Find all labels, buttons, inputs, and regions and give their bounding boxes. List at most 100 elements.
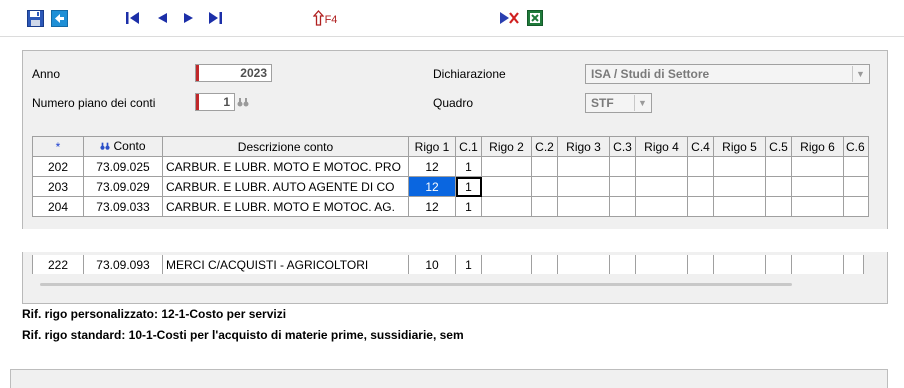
c5-cell[interactable] xyxy=(765,176,792,197)
rigo6-cell[interactable] xyxy=(791,255,844,274)
rigo4-cell[interactable] xyxy=(635,176,688,197)
rigo4-cell[interactable] xyxy=(635,255,688,274)
excel-export-icon[interactable] xyxy=(526,8,544,28)
anno-field[interactable]: 2023 xyxy=(195,64,272,82)
col-header-descrizione[interactable]: Descrizione conto xyxy=(162,136,409,157)
first-record-icon[interactable] xyxy=(124,8,142,28)
quadro-select[interactable]: STF ▼ xyxy=(585,93,652,113)
piano-field[interactable]: 1 xyxy=(195,93,235,111)
rigo5-cell[interactable] xyxy=(713,196,766,217)
c1-cell[interactable]: 1 xyxy=(455,255,482,274)
f4-lookup-button[interactable]: F4 xyxy=(310,8,340,28)
c1-cell[interactable]: 1 xyxy=(455,156,482,177)
descrizione-cell[interactable]: CARBUR. E LUBR. MOTO E MOTOC. AG. xyxy=(162,196,409,217)
c4-cell[interactable] xyxy=(687,156,714,177)
c1-cell[interactable]: 1 xyxy=(455,196,482,217)
col-header-rigo6[interactable]: Rigo 6 xyxy=(791,136,844,157)
horizontal-scrollbar[interactable] xyxy=(32,280,877,289)
rigo2-cell[interactable] xyxy=(481,255,532,274)
c3-cell[interactable] xyxy=(609,255,636,274)
c3-cell[interactable] xyxy=(609,156,636,177)
conto-cell[interactable]: 73.09.029 xyxy=(83,176,163,197)
status-bar xyxy=(10,369,888,388)
c3-cell[interactable] xyxy=(609,176,636,197)
col-header-rigo2[interactable]: Rigo 2 xyxy=(481,136,532,157)
c1-cell-focused[interactable]: 1 xyxy=(455,176,482,197)
c6-cell[interactable] xyxy=(843,196,869,217)
c2-cell[interactable] xyxy=(531,156,558,177)
col-header-c3[interactable]: C.3 xyxy=(609,136,636,157)
c6-cell[interactable] xyxy=(843,176,869,197)
binoculars-icon[interactable] xyxy=(237,96,249,111)
rigo2-cell[interactable] xyxy=(481,156,532,177)
previous-record-icon[interactable] xyxy=(154,8,170,28)
col-header-c1[interactable]: C.1 xyxy=(455,136,482,157)
next-record-icon[interactable] xyxy=(181,8,197,28)
last-record-icon[interactable] xyxy=(206,8,224,28)
rigo5-cell[interactable] xyxy=(713,156,766,177)
c2-cell[interactable] xyxy=(531,196,558,217)
col-header-rigo3[interactable]: Rigo 3 xyxy=(557,136,610,157)
c2-cell[interactable] xyxy=(531,176,558,197)
back-icon[interactable] xyxy=(50,8,68,28)
quadro-label: Quadro xyxy=(433,96,474,110)
rigo4-cell[interactable] xyxy=(635,196,688,217)
rigo6-cell[interactable] xyxy=(791,176,844,197)
c5-cell[interactable] xyxy=(765,156,792,177)
conto-cell[interactable]: 73.09.025 xyxy=(83,156,163,177)
rigo4-cell[interactable] xyxy=(635,156,688,177)
anno-label: Anno xyxy=(32,67,61,81)
c3-cell[interactable] xyxy=(609,196,636,217)
scrollbar-thumb[interactable] xyxy=(40,283,792,286)
rigo3-cell[interactable] xyxy=(557,196,610,217)
rigo5-cell[interactable] xyxy=(713,176,766,197)
rigo6-cell[interactable] xyxy=(791,156,844,177)
required-marker xyxy=(196,65,199,81)
delete-icon[interactable] xyxy=(498,8,520,28)
col-header-c5[interactable]: C.5 xyxy=(765,136,792,157)
rigo1-cell-selected[interactable]: 12 xyxy=(408,176,456,197)
rigo2-cell[interactable] xyxy=(481,196,532,217)
descrizione-cell[interactable]: CARBUR. E LUBR. AUTO AGENTE DI CO xyxy=(162,176,409,197)
table-row[interactable]: 204 73.09.033 CARBUR. E LUBR. MOTO E MOT… xyxy=(32,196,869,217)
table-row[interactable]: 222 73.09.093 MERCI C/ACQUISTI - AGRICOL… xyxy=(32,255,864,274)
save-icon[interactable] xyxy=(26,8,44,28)
rigo2-cell[interactable] xyxy=(481,176,532,197)
rigo3-cell[interactable] xyxy=(557,176,610,197)
c4-cell[interactable] xyxy=(687,196,714,217)
col-header-c6[interactable]: C.6 xyxy=(843,136,869,157)
rigo6-cell[interactable] xyxy=(791,196,844,217)
conto-cell[interactable]: 73.09.033 xyxy=(83,196,163,217)
c4-cell[interactable] xyxy=(687,255,714,274)
chevron-down-icon[interactable]: ▼ xyxy=(634,95,650,111)
rigo5-cell[interactable] xyxy=(713,255,766,274)
anno-value: 2023 xyxy=(240,66,267,80)
grid-header-row: * Conto Descrizione conto Rigo 1 C.1 Rig… xyxy=(32,136,869,157)
col-header-star[interactable]: * xyxy=(32,136,84,157)
col-header-rigo4[interactable]: Rigo 4 xyxy=(635,136,688,157)
rigo1-cell[interactable]: 12 xyxy=(408,156,456,177)
dichiarazione-select[interactable]: ISA / Studi di Settore ▼ xyxy=(585,64,870,84)
col-header-rigo1[interactable]: Rigo 1 xyxy=(408,136,456,157)
descrizione-cell[interactable]: CARBUR. E LUBR. MOTO E MOTOC. PRO xyxy=(162,156,409,177)
col-header-conto[interactable]: Conto xyxy=(83,136,163,157)
col-header-c2[interactable]: C.2 xyxy=(531,136,558,157)
col-header-c4[interactable]: C.4 xyxy=(687,136,714,157)
rigo1-cell[interactable]: 10 xyxy=(408,255,456,274)
c2-cell[interactable] xyxy=(531,255,558,274)
c6-cell[interactable] xyxy=(843,255,864,274)
c5-cell[interactable] xyxy=(765,255,792,274)
c5-cell[interactable] xyxy=(765,196,792,217)
c4-cell[interactable] xyxy=(687,176,714,197)
col-header-rigo5[interactable]: Rigo 5 xyxy=(713,136,766,157)
c6-cell[interactable] xyxy=(843,156,869,177)
descrizione-cell[interactable]: MERCI C/ACQUISTI - AGRICOLTORI xyxy=(162,255,409,274)
table-row[interactable]: 203 73.09.029 CARBUR. E LUBR. AUTO AGENT… xyxy=(32,176,869,197)
table-row[interactable]: 202 73.09.025 CARBUR. E LUBR. MOTO E MOT… xyxy=(32,156,869,177)
chevron-down-icon[interactable]: ▼ xyxy=(852,66,868,82)
f4-label: F4 xyxy=(324,14,338,26)
rigo3-cell[interactable] xyxy=(557,156,610,177)
conto-cell[interactable]: 73.09.093 xyxy=(83,255,163,274)
rigo3-cell[interactable] xyxy=(557,255,610,274)
rigo1-cell[interactable]: 12 xyxy=(408,196,456,217)
